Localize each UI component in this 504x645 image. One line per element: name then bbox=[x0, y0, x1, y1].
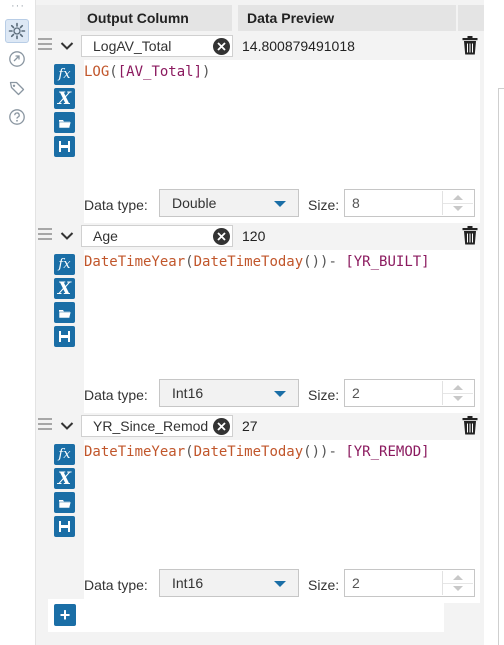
add-field-button[interactable]: + bbox=[54, 604, 76, 626]
function-icon[interactable]: fx bbox=[54, 64, 75, 85]
expr-token: DateTimeToday bbox=[193, 444, 304, 460]
expr-token: DateTimeToday bbox=[193, 254, 304, 270]
variable-icon[interactable]: X bbox=[54, 278, 75, 299]
size-input[interactable]: 2 bbox=[344, 379, 475, 407]
data-preview-value: 14.800879491018 bbox=[242, 38, 355, 54]
clear-icon[interactable] bbox=[213, 38, 230, 55]
settings-icon[interactable] bbox=[5, 19, 29, 43]
data-type-dropdown[interactable]: Int16 bbox=[159, 569, 299, 597]
expr-token: [AV_Total] bbox=[117, 64, 203, 80]
data-type-dropdown[interactable]: Int16 bbox=[159, 379, 299, 407]
delete-icon[interactable] bbox=[462, 36, 478, 56]
delete-icon[interactable] bbox=[462, 416, 478, 436]
output-column-name-input[interactable]: Age bbox=[81, 225, 233, 247]
expr-token: ())- bbox=[303, 444, 346, 460]
size-spinner[interactable] bbox=[442, 191, 473, 215]
chevron-down-icon[interactable] bbox=[58, 417, 76, 435]
data-type-dropdown[interactable]: Double bbox=[159, 189, 299, 217]
chevron-down-icon[interactable] bbox=[58, 227, 76, 245]
dropdown-caret-icon bbox=[274, 391, 286, 397]
data-type-value: Int16 bbox=[172, 575, 204, 591]
clear-icon[interactable] bbox=[213, 228, 230, 245]
size-input[interactable]: 2 bbox=[344, 569, 475, 597]
expr-token: LOG bbox=[84, 64, 110, 80]
size-input[interactable]: 8 bbox=[344, 189, 475, 217]
save-icon[interactable] bbox=[54, 326, 75, 347]
header-end bbox=[458, 5, 484, 31]
tool-rail: ··· bbox=[0, 0, 36, 645]
size-label: Size: bbox=[308, 387, 340, 403]
expr-token: ( bbox=[185, 444, 194, 460]
data-type-row: Data type: Int16 Size: 2 bbox=[84, 567, 480, 603]
expression-text: DateTimeYear(DateTimeToday())- [YR_REMOD… bbox=[84, 444, 430, 460]
dropdown-caret-icon bbox=[274, 581, 286, 587]
drag-handle-icon[interactable] bbox=[38, 38, 52, 53]
expr-token: ) bbox=[202, 64, 211, 80]
delete-icon[interactable] bbox=[462, 226, 478, 246]
data-preview-value: 120 bbox=[242, 228, 266, 244]
data-type-label: Data type: bbox=[84, 577, 148, 593]
expr-token: ())- bbox=[303, 254, 346, 270]
size-label: Size: bbox=[308, 197, 340, 213]
navigate-icon[interactable] bbox=[6, 48, 28, 70]
drag-handle-icon[interactable] bbox=[38, 418, 52, 433]
save-icon[interactable] bbox=[54, 136, 75, 157]
expr-token: ( bbox=[109, 64, 118, 80]
function-icon[interactable]: fx bbox=[54, 254, 75, 275]
help-icon[interactable] bbox=[6, 106, 28, 128]
rail-grip-icon: ··· bbox=[11, 0, 25, 12]
data-type-label: Data type: bbox=[84, 197, 148, 213]
open-folder-icon[interactable] bbox=[54, 302, 75, 323]
expr-token: DateTimeYear bbox=[84, 444, 186, 460]
expression-text: LOG([AV_Total]) bbox=[84, 64, 210, 80]
save-icon[interactable] bbox=[54, 516, 75, 537]
variable-icon[interactable]: X bbox=[54, 88, 75, 109]
expr-token: [YR_BUILT] bbox=[345, 254, 430, 270]
chevron-down-icon[interactable] bbox=[58, 37, 76, 55]
expr-token: [YR_REMOD] bbox=[345, 444, 430, 460]
header-data-preview: Data Preview bbox=[238, 5, 456, 31]
size-value: 2 bbox=[352, 385, 360, 401]
output-column-name-input[interactable]: YR_Since_Remod bbox=[81, 415, 233, 437]
drag-handle-icon[interactable] bbox=[38, 228, 52, 243]
data-type-label: Data type: bbox=[84, 387, 148, 403]
size-value: 8 bbox=[352, 195, 360, 211]
data-type-value: Int16 bbox=[172, 385, 204, 401]
open-folder-icon[interactable] bbox=[54, 492, 75, 513]
header-gutter bbox=[36, 5, 80, 31]
function-icon[interactable]: fx bbox=[54, 444, 75, 465]
expression-text: DateTimeYear(DateTimeToday())- [YR_BUILT… bbox=[84, 254, 430, 270]
data-type-value: Double bbox=[172, 195, 217, 211]
clear-icon[interactable] bbox=[213, 418, 230, 435]
size-label: Size: bbox=[308, 577, 340, 593]
size-spinner[interactable] bbox=[442, 571, 473, 595]
tag-icon[interactable] bbox=[6, 77, 28, 99]
open-folder-icon[interactable] bbox=[54, 112, 75, 133]
right-panel-edge bbox=[484, 0, 504, 645]
variable-icon[interactable]: X bbox=[54, 468, 75, 489]
expr-token: DateTimeYear bbox=[84, 254, 186, 270]
data-type-row: Data type: Int16 Size: 2 bbox=[84, 377, 480, 413]
add-field-bar bbox=[48, 599, 444, 632]
size-value: 2 bbox=[352, 575, 360, 591]
output-column-name-input[interactable]: LogAV_Total bbox=[81, 35, 233, 57]
expr-token: ( bbox=[185, 254, 194, 270]
size-spinner[interactable] bbox=[442, 381, 473, 405]
header-output-column: Output Column bbox=[80, 5, 232, 31]
data-preview-value: 27 bbox=[242, 418, 258, 434]
dropdown-caret-icon bbox=[274, 201, 286, 207]
data-type-row: Data type: Double Size: 8 bbox=[84, 187, 480, 223]
